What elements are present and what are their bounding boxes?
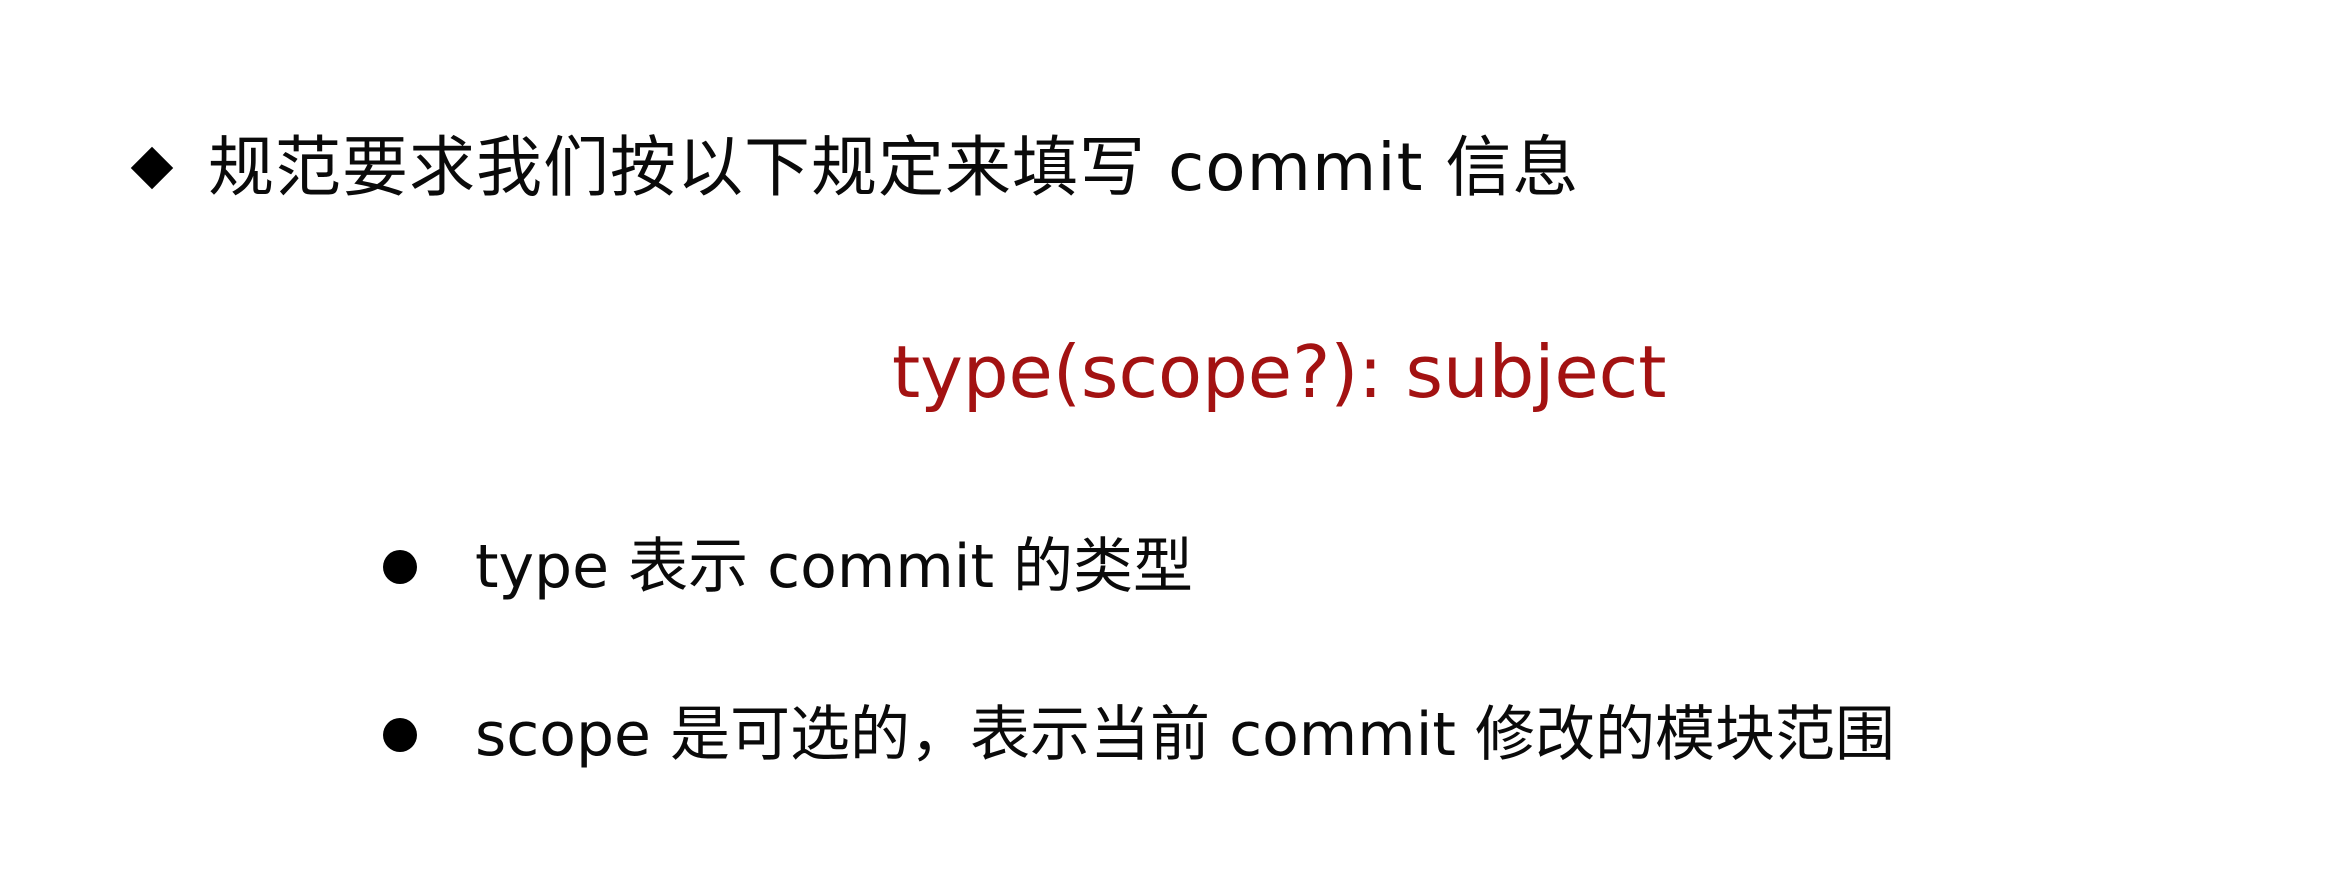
list-item: type 表示 commit 的类型: [383, 522, 1193, 612]
bullet-text: type 表示 commit 的类型: [475, 532, 1194, 602]
heading-row: 规范要求我们按以下规定来填写 commit 信息: [130, 118, 1579, 218]
round-bullet-icon: [383, 550, 417, 584]
round-bullet-icon: [383, 718, 417, 752]
list-item: scope 是可选的，表示当前 commit 修改的模块范围: [383, 690, 1895, 780]
bullet-text: scope 是可选的，表示当前 commit 修改的模块范围: [475, 700, 1895, 770]
diamond-bullet-icon: [130, 146, 174, 190]
commit-format-formula: type(scope?): subject: [892, 330, 1667, 414]
heading-text: 规范要求我们按以下规定来填写 commit 信息: [208, 129, 1580, 206]
slide: 规范要求我们按以下规定来填写 commit 信息 type(scope?): s…: [0, 0, 2351, 895]
